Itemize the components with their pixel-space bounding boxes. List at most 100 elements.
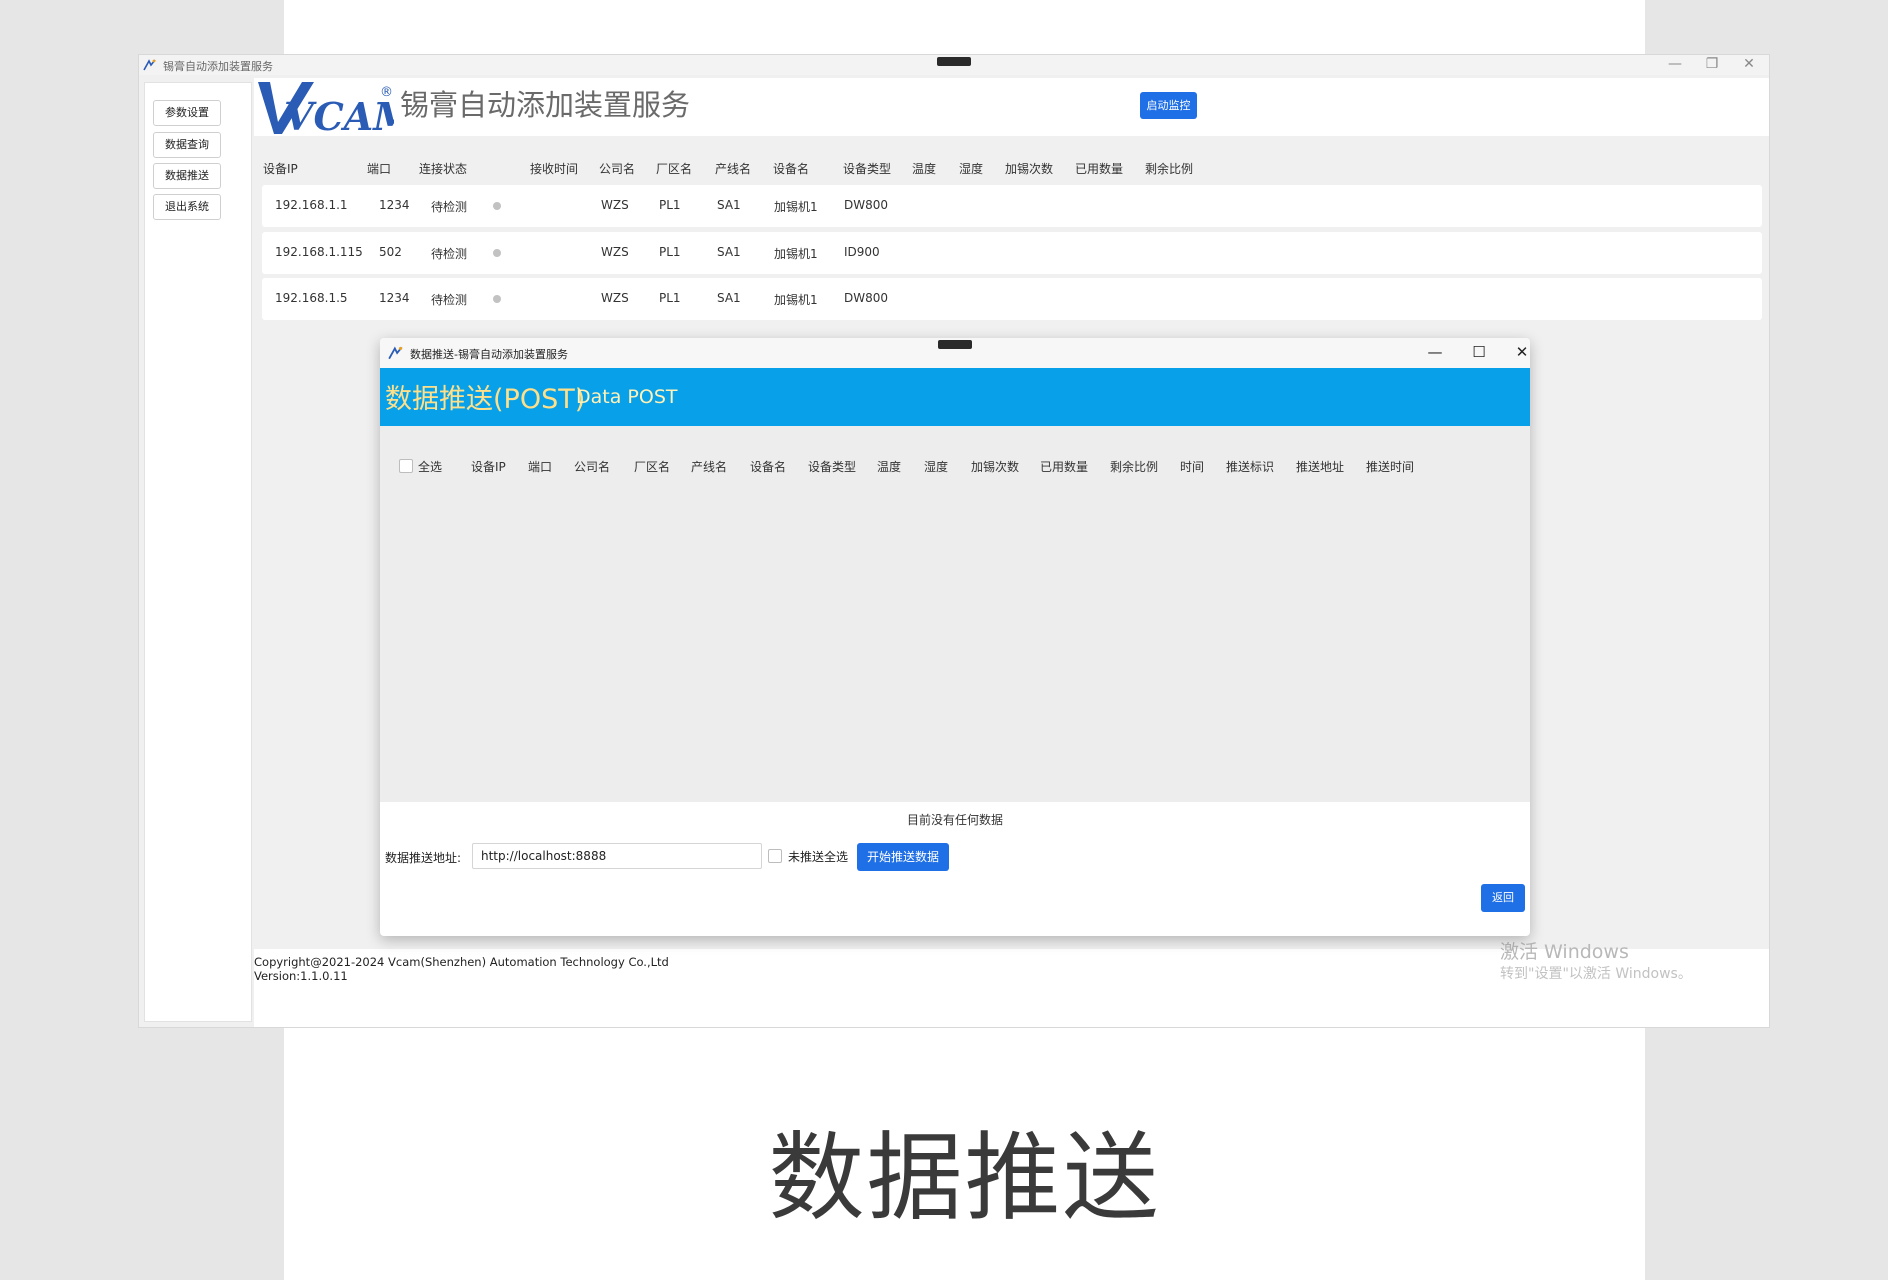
push-table: 全选 设备IP 端口 公司名 厂区名 产线名 设备名 设备类型 温度 湿度 加锡…: [380, 426, 1530, 802]
column-header: 温度: [877, 460, 902, 474]
app-icon: [143, 59, 156, 71]
app-icon: [388, 346, 403, 360]
column-header: 公司名: [574, 460, 611, 474]
dialog-close-button[interactable]: ✕: [1507, 343, 1530, 361]
select-all-checkbox[interactable]: 全选: [399, 458, 442, 475]
select-all-label: 全选: [418, 460, 443, 474]
column-header: 产线名: [715, 162, 752, 176]
unpushed-select-all[interactable]: 未推送全选: [768, 848, 848, 865]
column-header: 设备名: [750, 460, 787, 474]
column-header: 厂区名: [656, 162, 693, 176]
minimize-button[interactable]: —: [1655, 56, 1695, 72]
sidebar-item-params[interactable]: 参数设置: [153, 100, 221, 126]
cell-port: 502: [379, 245, 402, 259]
screen-notch: [937, 57, 971, 66]
banner-title: 数据推送(POST): [385, 384, 586, 415]
sidebar-item-data-push[interactable]: 数据推送: [153, 163, 221, 189]
cell-company: WZS: [601, 245, 629, 259]
start-push-button[interactable]: 开始推送数据: [857, 843, 949, 871]
column-header: 加锡次数: [971, 460, 1020, 474]
dialog-banner: 数据推送(POST) Data POST: [380, 368, 1530, 426]
dialog-maximize-button[interactable]: ☐: [1464, 343, 1494, 361]
column-header: 产线名: [691, 460, 728, 474]
cell-ip: 192.168.1.5: [275, 291, 348, 305]
sidebar-item-exit[interactable]: 退出系统: [153, 194, 221, 220]
cell-port: 1234: [379, 291, 410, 305]
page-caption: 数据推送: [768, 1122, 1161, 1234]
checkbox-icon[interactable]: [768, 849, 782, 863]
activate-windows-hint: 转到"设置"以激活 Windows。: [1500, 966, 1692, 982]
column-header: 设备IP: [471, 460, 506, 474]
column-header: 湿度: [924, 460, 949, 474]
logo-registered: ®: [380, 85, 393, 100]
table-row[interactable]: 192.168.1.115 502 待检测 WZS PL1 SA1 加锡机1 I…: [262, 232, 1762, 274]
column-header: 推送时间: [1366, 460, 1415, 474]
version-text: Version:1.1.0.11: [254, 969, 348, 983]
dialog-title: 数据推送-锡膏自动添加装置服务: [410, 348, 568, 361]
cell-device: 加锡机1: [774, 247, 818, 261]
cell-company: WZS: [601, 198, 629, 212]
table-row[interactable]: 192.168.1.1 1234 待检测 WZS PL1 SA1 加锡机1 DW…: [262, 185, 1762, 227]
cell-line: SA1: [717, 291, 741, 305]
column-header: 设备名: [773, 162, 810, 176]
column-header: 加锡次数: [1005, 162, 1054, 176]
column-header: 厂区名: [634, 460, 671, 474]
cell-status: 待检测: [431, 293, 468, 307]
cell-ip: 192.168.1.1: [275, 198, 348, 212]
cell-type: ID900: [844, 245, 880, 259]
back-button[interactable]: 返回: [1481, 884, 1525, 912]
status-dot-icon: [493, 202, 501, 210]
column-header: 设备IP: [263, 162, 298, 176]
cell-factory: PL1: [659, 245, 681, 259]
column-header: 已用数量: [1040, 460, 1089, 474]
copyright-text: Copyright@2021-2024 Vcam(Shenzhen) Autom…: [254, 955, 669, 969]
column-header: 接收时间: [530, 162, 579, 176]
sidebar: 参数设置 数据查询 数据推送 退出系统: [144, 82, 252, 1022]
checkbox-icon[interactable]: [399, 459, 413, 473]
column-header: 时间: [1180, 460, 1205, 474]
cell-port: 1234: [379, 198, 410, 212]
column-header: 公司名: [599, 162, 636, 176]
column-header: 端口: [367, 162, 392, 176]
screen-notch: [938, 340, 972, 349]
status-dot-icon: [493, 295, 501, 303]
sidebar-item-data-query[interactable]: 数据查询: [153, 132, 221, 158]
cell-factory: PL1: [659, 198, 681, 212]
column-header: 剩余比例: [1110, 460, 1159, 474]
unpushed-select-all-label: 未推送全选: [788, 850, 849, 864]
cell-ip: 192.168.1.115: [275, 245, 363, 259]
banner-subtitle: Data POST: [576, 386, 678, 408]
data-push-dialog: 数据推送-锡膏自动添加装置服务 — ☐ ✕ 数据推送(POST) Data PO…: [380, 338, 1530, 936]
cell-line: SA1: [717, 245, 741, 259]
column-header: 设备类型: [843, 162, 892, 176]
cell-type: DW800: [844, 291, 889, 305]
push-url-input[interactable]: [472, 843, 762, 869]
cell-status: 待检测: [431, 247, 468, 261]
restore-button[interactable]: ❐: [1692, 56, 1732, 72]
table-row[interactable]: 192.168.1.5 1234 待检测 WZS PL1 SA1 加锡机1 DW…: [262, 278, 1762, 320]
column-header: 端口: [528, 460, 553, 474]
logo-text: VCAM: [284, 94, 394, 136]
column-header: 设备类型: [808, 460, 857, 474]
main-window-title: 锡膏自动添加装置服务: [163, 60, 273, 73]
cell-device: 加锡机1: [774, 293, 818, 307]
header-bar: VCAM ® 锡膏自动添加装置服务 启动监控: [254, 78, 1769, 136]
column-header: 湿度: [959, 162, 984, 176]
column-header: 剩余比例: [1145, 162, 1194, 176]
cell-status: 待检测: [431, 200, 468, 214]
vcam-logo: VCAM ®: [258, 82, 394, 136]
cell-company: WZS: [601, 291, 629, 305]
column-header: 已用数量: [1075, 162, 1124, 176]
push-url-label: 数据推送地址:: [385, 851, 462, 865]
close-button[interactable]: ✕: [1729, 56, 1769, 72]
start-monitor-button[interactable]: 启动监控: [1140, 92, 1197, 119]
column-header: 推送地址: [1296, 460, 1345, 474]
column-header: 推送标识: [1226, 460, 1275, 474]
status-dot-icon: [493, 249, 501, 257]
dialog-minimize-button[interactable]: —: [1420, 343, 1450, 361]
cell-device: 加锡机1: [774, 200, 818, 214]
cell-line: SA1: [717, 198, 741, 212]
app-heading: 锡膏自动添加装置服务: [400, 88, 691, 122]
column-header: 连接状态: [419, 162, 468, 176]
empty-message: 目前没有任何数据: [906, 813, 1003, 827]
